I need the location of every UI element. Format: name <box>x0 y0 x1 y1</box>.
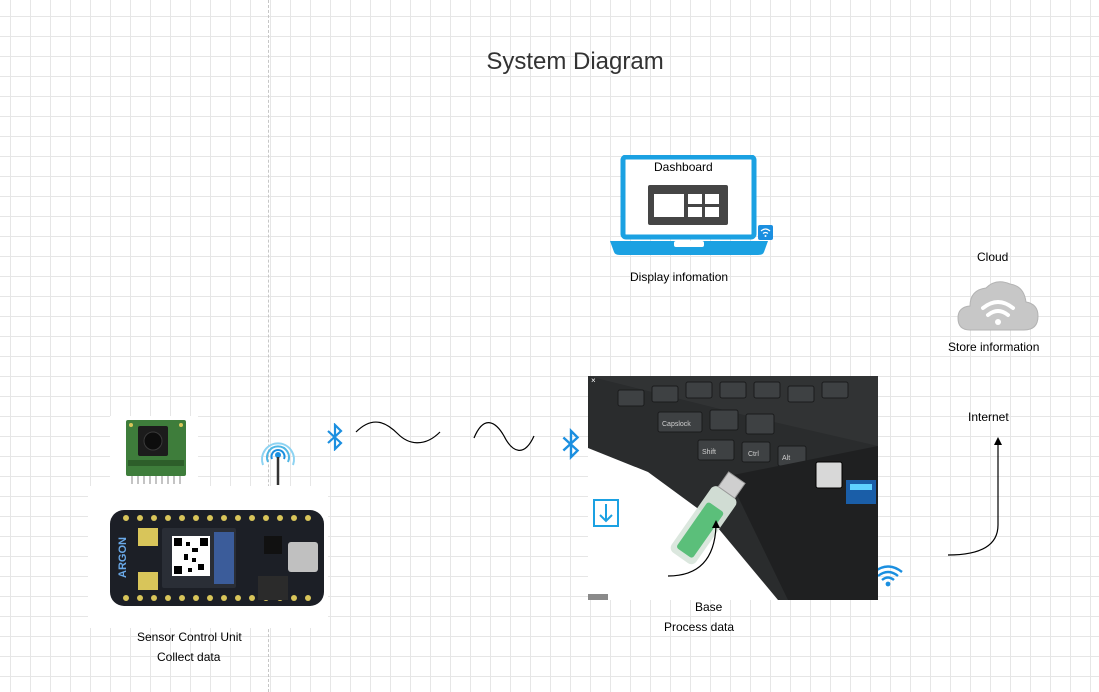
bluetooth-icon-right <box>562 428 580 460</box>
diagram-title: System Diagram <box>486 48 664 75</box>
cloud-title: Cloud <box>977 250 1009 264</box>
base-caption: Process data <box>664 620 735 634</box>
sensor-module-photo <box>110 416 198 486</box>
sensor-unit-caption: Collect data <box>157 650 221 664</box>
laptop-key-ctrl: Ctrl <box>748 451 759 458</box>
laptop-key-shift: Shift <box>702 449 716 456</box>
laptop-key-alt: Alt <box>782 455 790 462</box>
argon-board-label: ARGON <box>117 537 129 578</box>
signal-wave-right <box>473 422 535 451</box>
signal-wave-left <box>355 421 441 444</box>
cloud-icon <box>957 281 1039 331</box>
laptop-key-capslock: Capslock <box>662 421 691 428</box>
antenna-icon <box>261 442 295 485</box>
internet-arrow <box>947 437 1002 556</box>
argon-board-photo: ARGON <box>88 486 328 628</box>
base-photo: Capslock Shift Ctrl Alt × <box>588 376 878 600</box>
dashboard-caption: Display infomation <box>630 270 729 284</box>
internet-label: Internet <box>968 410 1009 424</box>
dashboard-title: Dashboard <box>654 160 713 174</box>
base-title: Base <box>695 600 723 614</box>
bluetooth-icon-left <box>327 423 343 451</box>
svg-text:×: × <box>591 376 596 385</box>
cloud-caption: Store information <box>948 340 1040 354</box>
sensor-unit-title: Sensor Control Unit <box>137 630 242 644</box>
